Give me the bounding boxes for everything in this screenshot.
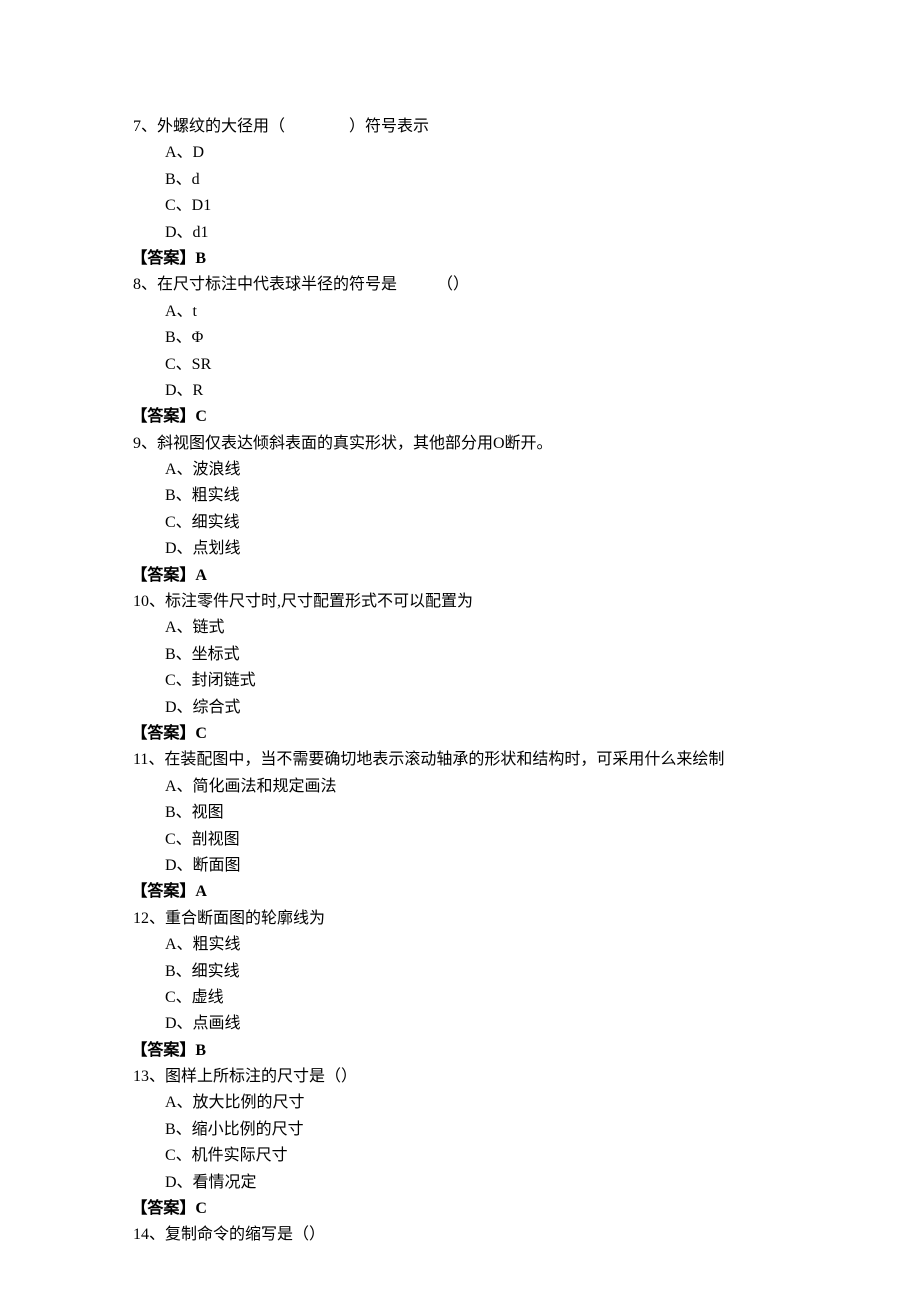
question-option: D、点画线 <box>133 1011 790 1037</box>
question-option: A、波浪线 <box>133 457 790 483</box>
question-option: B、Φ <box>133 325 790 351</box>
question-option: B、粗实线 <box>133 483 790 509</box>
question-stem: 7、外螺纹的大径用（ ）符号表示 <box>133 114 790 140</box>
question-option: B、缩小比例的尺寸 <box>133 1117 790 1143</box>
question-option: C、虚线 <box>133 985 790 1011</box>
question-stem: 9、斜视图仅表达倾斜表面的真实形状，其他部分用O断开。 <box>133 431 790 457</box>
question-answer: 【答案】B <box>131 1038 790 1064</box>
question-option: A、链式 <box>133 615 790 641</box>
question-stem: 13、图样上所标注的尺寸是（） <box>133 1064 790 1090</box>
question-option: C、机件实际尺寸 <box>133 1143 790 1169</box>
question-option: B、d <box>133 167 790 193</box>
question-option: A、t <box>133 299 790 325</box>
question-option: C、细实线 <box>133 510 790 536</box>
question-answer: 【答案】C <box>131 404 790 430</box>
question-option: A、D <box>133 140 790 166</box>
question-answer: 【答案】B <box>131 246 790 272</box>
question-answer: 【答案】C <box>131 721 790 747</box>
question-stem: 11、在装配图中，当不需要确切地表示滚动轴承的形状和结构时，可采用什么来绘制 <box>133 747 790 773</box>
question-option: D、R <box>133 378 790 404</box>
question-option: D、综合式 <box>133 695 790 721</box>
question-option: B、视图 <box>133 800 790 826</box>
question-answer: 【答案】A <box>131 879 790 905</box>
question-option: B、坐标式 <box>133 642 790 668</box>
question-option: D、断面图 <box>133 853 790 879</box>
question-option: D、点划线 <box>133 536 790 562</box>
question-option: A、粗实线 <box>133 932 790 958</box>
question-stem: 12、重合断面图的轮廓线为 <box>133 906 790 932</box>
question-option: A、放大比例的尺寸 <box>133 1090 790 1116</box>
question-option: B、细实线 <box>133 959 790 985</box>
question-answer: 【答案】C <box>131 1196 790 1222</box>
question-option: C、封闭链式 <box>133 668 790 694</box>
question-option: C、SR <box>133 352 790 378</box>
question-answer: 【答案】A <box>131 563 790 589</box>
question-option: A、简化画法和规定画法 <box>133 774 790 800</box>
question-stem: 8、在尺寸标注中代表球半径的符号是 （） <box>133 272 790 298</box>
document-page: 7、外螺纹的大径用（ ）符号表示 A、D B、d C、D1 D、d1 【答案】B… <box>0 0 920 1301</box>
question-option: D、看情况定 <box>133 1170 790 1196</box>
question-option: C、剖视图 <box>133 827 790 853</box>
question-stem: 14、复制命令的缩写是（） <box>133 1222 790 1248</box>
question-option: D、d1 <box>133 220 790 246</box>
question-stem: 10、标注零件尺寸时,尺寸配置形式不可以配置为 <box>133 589 790 615</box>
question-option: C、D1 <box>133 193 790 219</box>
